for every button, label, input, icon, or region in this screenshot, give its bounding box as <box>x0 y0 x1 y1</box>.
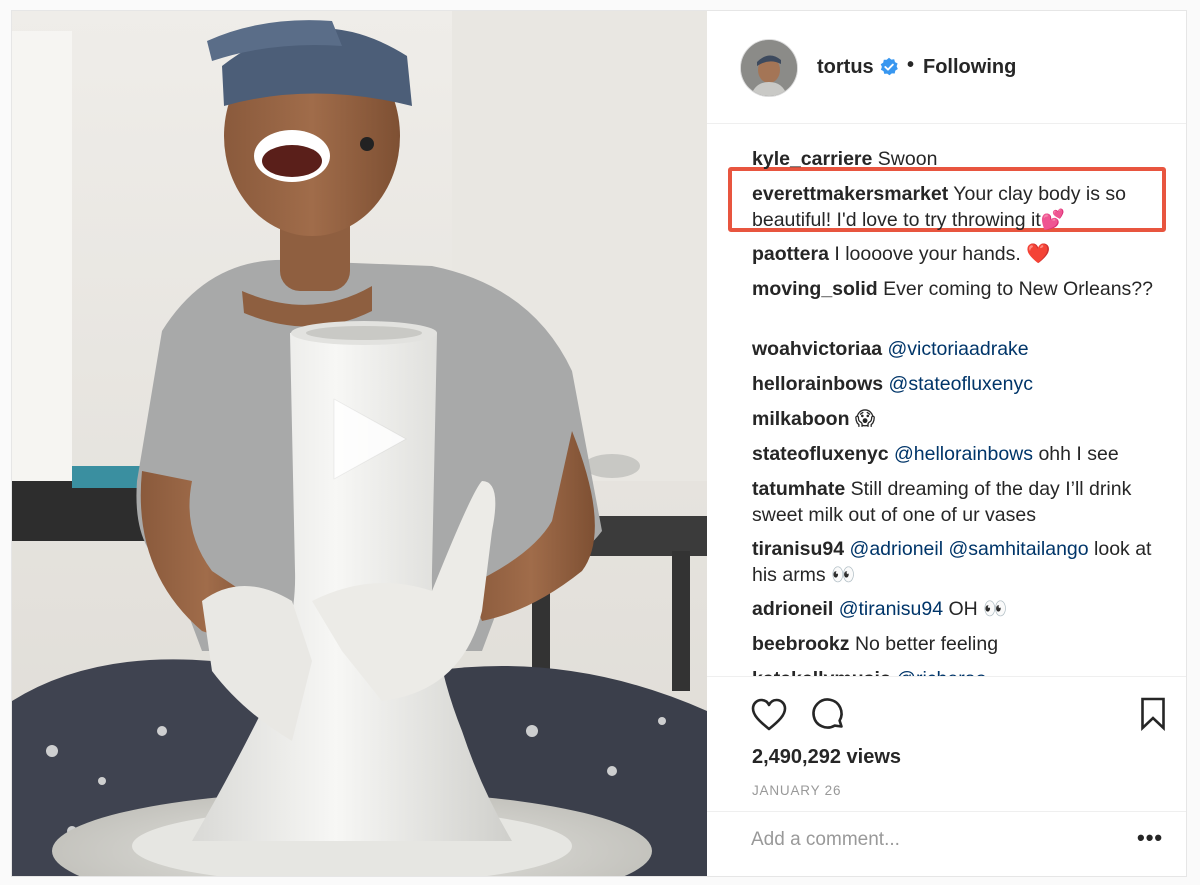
comment-item: beebrookz No better feeling <box>752 631 1172 657</box>
comment-item: tatumhate Still dreaming of the day I’ll… <box>752 476 1172 528</box>
view-count: 2,490,292 views <box>752 746 902 768</box>
play-icon[interactable] <box>320 393 412 485</box>
add-comment-input[interactable] <box>751 826 1091 854</box>
following-button[interactable]: Following <box>923 56 1016 79</box>
comment-mention[interactable]: @adrioneil <box>850 538 944 560</box>
separator-dot: • <box>907 54 915 76</box>
comment-item: everettmakersmarket Your clay body is so… <box>752 181 1172 233</box>
verified-badge-icon <box>880 57 898 76</box>
author-username[interactable]: tortus <box>817 56 874 79</box>
comment-username[interactable]: beebrookz <box>752 633 850 655</box>
comment-text: 😱 <box>849 408 876 430</box>
comment-text: ohh I see <box>1033 443 1119 465</box>
author-avatar[interactable] <box>740 39 798 97</box>
comment-username[interactable]: hellorainbows <box>752 373 883 395</box>
comment-username[interactable]: stateofluxenyc <box>752 443 889 465</box>
comment-item: adrioneil @tiranisu94 OH 👀 <box>752 596 1172 622</box>
comment-username[interactable]: kyle_carriere <box>752 148 872 170</box>
post-detail-panel: tortus • Following kyle_carriere Swoon ev… <box>707 11 1186 876</box>
comment-mention[interactable]: @richerao <box>896 668 986 676</box>
comment-text: Swoon <box>872 148 938 170</box>
avatar-image <box>741 40 797 96</box>
comment-item: moving_solid Ever coming to New Orleans?… <box>752 276 1172 302</box>
comment-mention[interactable]: @stateofluxenyc <box>889 373 1033 395</box>
comment-mention[interactable]: @hellorainbows <box>894 443 1033 465</box>
heart-icon[interactable] <box>751 698 787 732</box>
post-actions: 2,490,292 views JANUARY 26 <box>707 676 1186 812</box>
post-video[interactable] <box>12 11 707 876</box>
comment-text: I loooove your hands. ❤️ <box>828 243 1051 265</box>
post-header: tortus • Following <box>707 11 1186 124</box>
comment-item: tiranisu94 @adrioneil @samhitailango loo… <box>752 536 1172 588</box>
comment-text: Ever coming to New Orleans?? <box>877 278 1153 300</box>
comment-mention[interactable]: @samhitailango <box>948 538 1088 560</box>
comment-username[interactable]: adrioneil <box>752 598 833 620</box>
comment-item: kyle_carriere Swoon <box>752 146 1172 172</box>
more-options-button[interactable]: ••• <box>1137 827 1163 849</box>
comment-item: stateofluxenyc @hellorainbows ohh I see <box>752 441 1172 467</box>
comment-username[interactable]: woahvictoriaa <box>752 338 882 360</box>
comment-username[interactable]: katekellymusic <box>752 668 891 676</box>
comment-username[interactable]: milkaboon <box>752 408 850 430</box>
comment-item: woahvictoriaa @victoriaadrake <box>752 336 1172 362</box>
comment-text: No better feeling <box>849 633 999 655</box>
comment-item: katekellymusic @richerao <box>752 666 1172 676</box>
comment-item: paottera I loooove your hands. ❤️ <box>752 241 1172 267</box>
comment-text: OH 👀 <box>943 598 1008 620</box>
comment-username[interactable]: everettmakersmarket <box>752 183 948 205</box>
comment-item: milkaboon 😱 <box>752 406 1172 432</box>
comment-item: hellorainbows @stateofluxenyc <box>752 371 1172 397</box>
post-date: JANUARY 26 <box>752 783 842 798</box>
instagram-post: tortus • Following kyle_carriere Swoon ev… <box>11 10 1187 877</box>
comment-bubble-icon[interactable] <box>811 697 845 731</box>
comments-list[interactable]: kyle_carriere Swoon everettmakersmarket Y… <box>707 124 1186 676</box>
comment-mention[interactable]: @tiranisu94 <box>839 598 943 620</box>
comment-mention[interactable]: @victoriaadrake <box>887 338 1028 360</box>
add-comment-bar: ••• <box>707 811 1186 876</box>
comment-username[interactable]: tiranisu94 <box>752 538 844 560</box>
comment-username[interactable]: paottera <box>752 243 829 265</box>
comment-username[interactable]: tatumhate <box>752 478 845 500</box>
comment-username[interactable]: moving_solid <box>752 278 878 300</box>
bookmark-icon[interactable] <box>1140 697 1166 731</box>
